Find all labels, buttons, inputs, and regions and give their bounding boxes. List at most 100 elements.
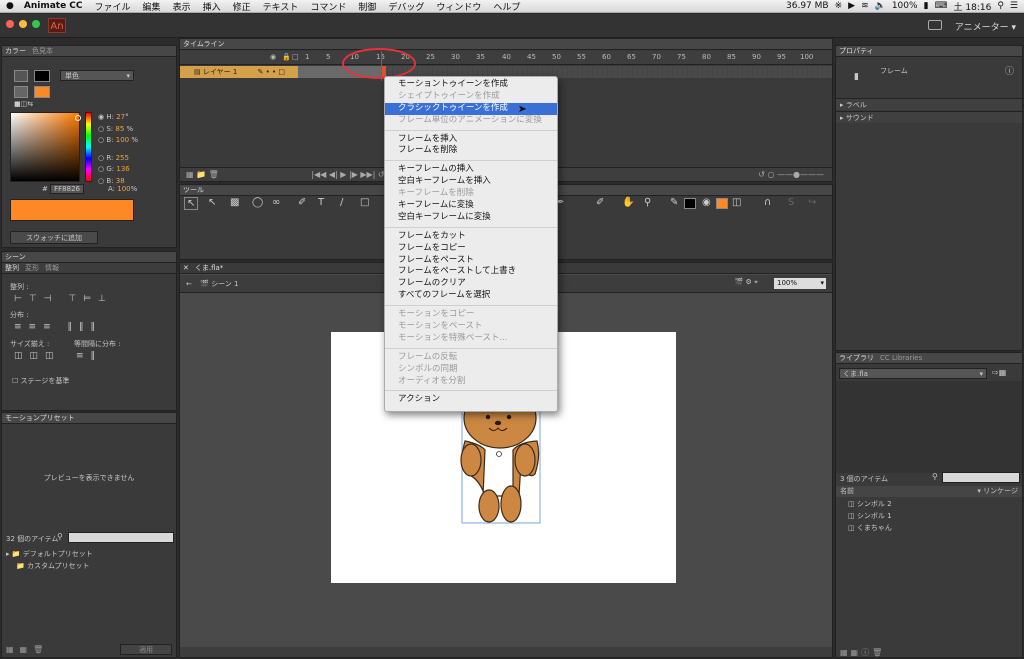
fill-color-tool-icon[interactable]: ◉	[702, 197, 711, 208]
tab-cc-libraries[interactable]: CC Libraries	[880, 354, 922, 362]
menu-control[interactable]: 制御	[352, 0, 382, 13]
scene-name[interactable]: シーン 1	[211, 280, 238, 288]
menu-item-convert-to-keyframes[interactable]: キーフレームに変換	[385, 200, 557, 212]
alpha-value[interactable]: 100	[117, 185, 130, 193]
close-window-button[interactable]	[6, 20, 14, 28]
edit-bar-icons[interactable]: 🎬 ⚙ ⌖	[735, 278, 758, 287]
hand-tool-icon[interactable]: ✋	[622, 197, 634, 208]
hex-input[interactable]: FF8826	[50, 184, 84, 194]
new-layer-icon[interactable]: ▦	[186, 170, 194, 179]
zoom-tool-icon[interactable]: ⚲	[644, 197, 651, 208]
radio-b[interactable]: ○	[98, 136, 104, 144]
clock[interactable]: 土 18:16	[954, 0, 992, 13]
menu-item-select-all-frames[interactable]: すべてのフレームを選択	[385, 290, 557, 302]
menu-item-cut-frames[interactable]: フレームをカット	[385, 231, 557, 243]
menu-file[interactable]: ファイル	[89, 0, 137, 13]
color-field[interactable]	[10, 112, 81, 182]
g-value[interactable]: 136	[116, 165, 129, 173]
spacing-buttons[interactable]: ≡‖	[76, 351, 102, 361]
hue-slider[interactable]	[85, 112, 92, 182]
menu-item-remove-frames[interactable]: フレームを削除	[385, 145, 557, 157]
h-value[interactable]: 27	[116, 113, 125, 121]
pen-tool-icon[interactable]: ✐	[298, 197, 306, 208]
menu-insert[interactable]: 挿入	[197, 0, 227, 13]
close-icon[interactable]: ✕	[183, 264, 189, 272]
search-icon[interactable]: ⚲	[997, 1, 1004, 11]
line-tool-icon[interactable]: /	[340, 197, 343, 208]
menu-item-actions[interactable]: アクション	[385, 394, 557, 406]
stage-align-option[interactable]: ☐ ステージを基準	[12, 376, 69, 386]
size-buttons[interactable]: ◫◫◫	[14, 351, 61, 361]
subselection-tool-icon[interactable]: ↖	[208, 197, 216, 208]
menu-item-insert-keyframe[interactable]: キーフレームの挿入	[385, 164, 557, 176]
3d-rotation-tool-icon[interactable]: ◯	[252, 197, 263, 208]
apply-button[interactable]: 適用	[120, 644, 172, 655]
radio-r[interactable]: ○	[98, 154, 104, 162]
back-arrow-icon[interactable]: ←	[186, 280, 192, 288]
list-icon[interactable]: ☰	[1010, 1, 1018, 11]
fill-type-select[interactable]: 単色 ▾	[60, 70, 134, 81]
stage-checkbox[interactable]: ☐	[12, 377, 18, 385]
frame-ruler[interactable]: ◉ 🔒 □ 1 5 10 15 20 25 30 35 40 45 50 55 …	[180, 51, 832, 65]
library-search-input[interactable]	[942, 472, 1020, 483]
radio-s[interactable]: ○	[98, 125, 104, 133]
eye-icon[interactable]: ◉	[270, 53, 276, 61]
app-menu[interactable]: Animate CC	[20, 1, 89, 11]
search-icon[interactable]: ⚲	[932, 472, 938, 481]
playback-controls[interactable]: |◀◀ ◀| ▶ |▶ ▶▶| ↺	[311, 170, 384, 179]
new-folder-icon[interactable]: 📁	[196, 170, 206, 179]
width-tool-icon[interactable]: ✐	[596, 197, 604, 208]
play-icon[interactable]: ▶	[848, 1, 855, 11]
list-item[interactable]: ◫ シンボル 1	[848, 510, 892, 522]
sync-settings-icon[interactable]	[928, 20, 942, 30]
zoom-select[interactable]: 100% ▾	[774, 278, 826, 289]
menu-help[interactable]: ヘルプ	[487, 0, 526, 13]
menu-debug[interactable]: デバッグ	[382, 0, 430, 13]
minimize-window-button[interactable]	[19, 20, 27, 28]
layer-row[interactable]: ▤ レイヤー 1 ✎ • • □	[180, 66, 298, 78]
tab-document[interactable]: くま.fla*	[195, 263, 223, 273]
stroke-color-tool-icon[interactable]: ✎	[670, 197, 678, 208]
volume-icon[interactable]: 🔈	[875, 1, 886, 11]
radio-h[interactable]: ◉	[98, 113, 104, 121]
list-item[interactable]: ◫ くまちゃん	[848, 522, 892, 534]
selection-tool-icon[interactable]: ↖	[184, 197, 199, 210]
menu-modify[interactable]: 修正	[227, 0, 257, 13]
blue-value[interactable]: 38	[116, 177, 125, 185]
free-transform-tool-icon[interactable]: ▩	[230, 197, 239, 208]
zoom-window-button[interactable]	[32, 20, 40, 28]
radio-g[interactable]: ○	[98, 165, 104, 173]
battery-status[interactable]: 100%	[892, 1, 918, 11]
stroke-color-well[interactable]	[684, 198, 696, 209]
lock-icon[interactable]: 🔒	[282, 53, 291, 61]
list-item[interactable]: 📁 カスタムプリセット	[6, 560, 93, 572]
swap-colors-icon[interactable]: ◫	[732, 197, 741, 208]
layer-name[interactable]: レイヤー 1	[203, 68, 237, 76]
stroke-color-swatch[interactable]	[34, 70, 50, 82]
s-value[interactable]: 85	[115, 125, 124, 133]
menu-item-paste-and-overwrite-frames[interactable]: フレームをペーストして上書き	[385, 266, 557, 278]
presets-search-input[interactable]	[68, 532, 174, 543]
radio-blue[interactable]: ○	[98, 177, 104, 185]
library-pin-icons[interactable]: ⇨▦	[992, 368, 1006, 377]
menu-item-insert-frame[interactable]: フレームを挿入	[385, 134, 557, 146]
stroke-tool-icon[interactable]	[14, 70, 28, 82]
b-value[interactable]: 100	[116, 136, 129, 144]
tab-transform[interactable]: 変形	[25, 263, 39, 273]
list-item[interactable]: ▸ 📁 デフォルトプリセット	[6, 548, 93, 560]
menu-item-convert-to-blank-keyframes[interactable]: 空白キーフレームに変換	[385, 212, 557, 224]
tab-swatches[interactable]: 色見本	[32, 46, 53, 56]
fill-color-swatch[interactable]	[34, 86, 50, 98]
text-tool-icon[interactable]: T	[318, 197, 324, 208]
library-file-select[interactable]: くま.fla ▾	[839, 368, 987, 379]
menu-window[interactable]: ウィンドウ	[430, 0, 487, 13]
menu-edit[interactable]: 編集	[137, 0, 167, 13]
section-label[interactable]: ▸ ラベル	[836, 98, 1022, 110]
menu-item-copy-frames[interactable]: フレームをコピー	[385, 243, 557, 255]
menu-item-insert-blank-keyframe[interactable]: 空白キーフレームを挿入	[385, 176, 557, 188]
help-icon[interactable]: ⓘ	[1005, 64, 1014, 77]
menu-item-paste-frames[interactable]: フレームをペースト	[385, 255, 557, 267]
list-item[interactable]: ◫ シンボル 2	[848, 498, 892, 510]
delete-layer-icon[interactable]: 🗑	[209, 170, 219, 179]
rectangle-tool-icon[interactable]: □	[360, 197, 369, 208]
